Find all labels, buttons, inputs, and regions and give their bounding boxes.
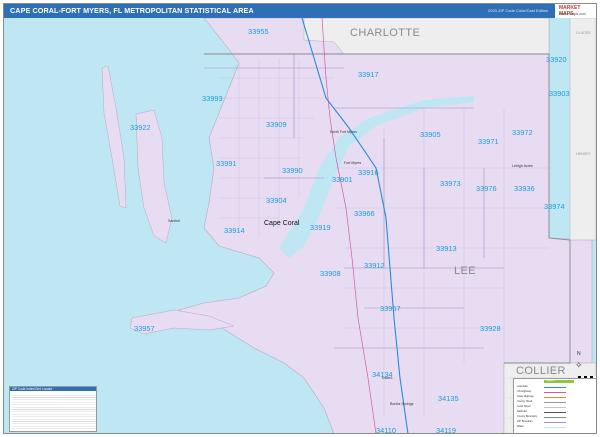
key-title: Legend	[546, 379, 555, 382]
zip-label: 33904	[266, 196, 287, 205]
key-row: County Road	[517, 400, 533, 403]
place-lehigh-acres: Lehigh Acres	[512, 164, 533, 168]
zip-label: 33966	[354, 209, 375, 218]
hendry-county-land	[569, 18, 596, 241]
zip-label: 33971	[478, 137, 499, 146]
zip-label: 34134	[372, 370, 393, 379]
zip-label: 33908	[320, 269, 341, 278]
county-label-glades: GLADES	[576, 31, 591, 35]
place-fort-myers: Fort Myers	[344, 161, 362, 165]
map-key: Legend Interstate US Highway State Highw…	[513, 378, 596, 433]
zip-label: 33972	[512, 128, 533, 137]
place-north-fort-myers: North Fort Myers	[330, 130, 357, 134]
key-swatch-water	[544, 427, 566, 429]
publisher-logo: MARKET MAPS marketmaps.com	[555, 4, 596, 18]
charlotte-county-land	[303, 18, 550, 55]
key-swatch-local-street	[544, 407, 566, 409]
place-sanibel: Sanibel	[168, 219, 180, 223]
zip-label: 33909	[266, 120, 287, 129]
zip-label: 33913	[436, 244, 457, 253]
zip-index-rows	[12, 393, 96, 431]
zip-label: 33993	[202, 94, 223, 103]
map-canvas[interactable]	[4, 18, 596, 434]
place-bonita-springs: Bonita Springs	[390, 402, 414, 406]
zip-label: 33914	[224, 226, 245, 235]
key-row: County Boundary	[517, 415, 538, 418]
zip-label: 33936	[514, 184, 535, 193]
key-row: Railroad	[517, 410, 527, 413]
map-title: CAPE CORAL-FORT MYERS, FL METROPOLITAN S…	[10, 6, 254, 15]
county-label-hendry: HENDRY	[576, 152, 592, 156]
map-frame: CAPE CORAL-FORT MYERS, FL METROPOLITAN S…	[3, 3, 597, 434]
zip-label: 34119	[436, 426, 457, 434]
county-label-collier: COLLIER	[516, 365, 566, 377]
key-swatch-state-highway	[544, 397, 566, 399]
key-swatch-railroad	[544, 412, 566, 414]
county-label-lee: LEE	[454, 265, 476, 277]
zip-index-legend: ZIP Code Index/Grid Locator	[9, 386, 97, 432]
zip-label: 33990	[282, 166, 303, 175]
key-row: State Highway	[517, 395, 534, 398]
zip-label: 33957	[134, 324, 155, 333]
north-label: N	[577, 351, 581, 357]
zip-index-title: ZIP Code Index/Grid Locator	[12, 387, 53, 391]
zip-label: 33974	[544, 202, 565, 211]
key-swatch-us-highway	[544, 392, 566, 394]
key-row: Interstate	[517, 385, 528, 388]
zip-label: 33955	[248, 27, 269, 36]
zip-label: 33920	[546, 55, 567, 64]
zip-label: 33916	[358, 168, 379, 177]
key-swatch-interstate	[544, 387, 566, 389]
key-swatch-county-road	[544, 402, 566, 404]
key-swatch-zip-boundary	[544, 422, 566, 424]
zip-label: 34110	[376, 426, 397, 434]
place-cape-coral: Cape Coral	[264, 220, 300, 227]
scale-bar	[578, 376, 596, 378]
compass-icon: ✧	[575, 360, 583, 370]
zip-label: 33901	[332, 175, 353, 184]
zip-label: 33919	[310, 223, 331, 232]
zip-label: 33905	[420, 130, 441, 139]
zip-label: 33976	[476, 184, 497, 193]
county-label-charlotte: CHARLOTTE	[350, 27, 421, 39]
zip-label: 33991	[216, 159, 237, 168]
zip-label: 33912	[364, 261, 385, 270]
zip-label: 33917	[358, 70, 379, 79]
zip-label: 34135	[438, 394, 459, 403]
zip-label: 33928	[480, 324, 501, 333]
zip-label: 33903	[549, 89, 570, 98]
zip-label: 33967	[380, 304, 401, 313]
zip-label: 33922	[130, 123, 151, 132]
key-row: US Highway	[517, 390, 532, 393]
edition-label: 2023 ZIP Code Color/Cast Edition	[488, 8, 549, 13]
zip-label: 33973	[440, 179, 461, 188]
key-swatch-county-boundary	[544, 417, 566, 419]
logo-sub: marketmaps.com	[559, 12, 586, 16]
title-bar: CAPE CORAL-FORT MYERS, FL METROPOLITAN S…	[4, 4, 596, 18]
key-row: Water	[517, 425, 524, 428]
key-row: ZIP Boundary	[517, 420, 533, 423]
key-row: Local Street	[517, 405, 531, 408]
